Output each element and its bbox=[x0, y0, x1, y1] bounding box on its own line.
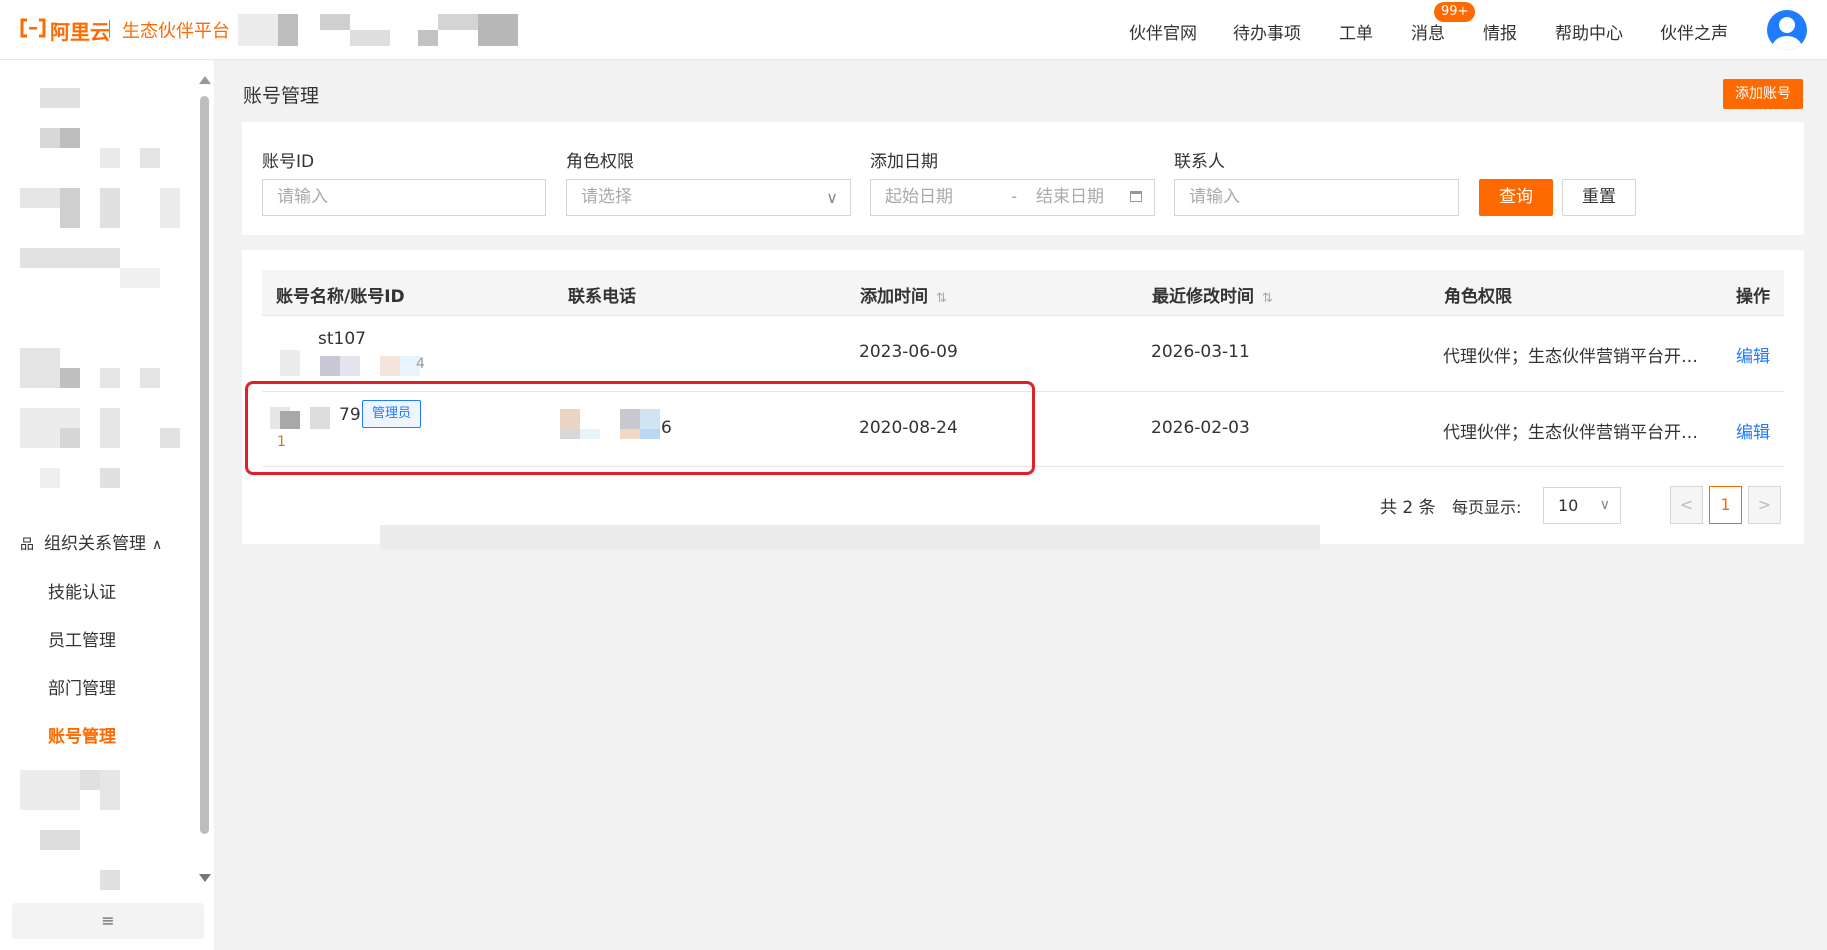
sort-icon[interactable]: ⇅ bbox=[936, 291, 947, 306]
date-range-picker[interactable]: 起始日期 - 结束日期 bbox=[870, 179, 1155, 216]
added-time: 2023-06-09 bbox=[859, 342, 958, 362]
col-actions: 操作 bbox=[1736, 287, 1770, 307]
avatar-body-shape bbox=[1772, 36, 1802, 50]
edit-link[interactable]: 编辑 bbox=[1736, 342, 1770, 367]
modified-time: 2026-03-11 bbox=[1151, 342, 1250, 362]
nav-partner-site[interactable]: 伙伴官网 bbox=[1129, 19, 1197, 44]
platform-name[interactable]: 生态伙伴平台 bbox=[122, 17, 230, 43]
col-modified-time[interactable]: 最近修改时间 ⇅ bbox=[1152, 282, 1273, 307]
logo-divider bbox=[109, 20, 110, 38]
menu-collapse-icon: ≡ bbox=[101, 911, 115, 930]
account-id-label: 账号ID bbox=[262, 152, 315, 172]
end-date-placeholder[interactable]: 结束日期 bbox=[1036, 180, 1104, 215]
contact-label: 联系人 bbox=[1174, 152, 1225, 172]
contact-input[interactable]: 请输入 bbox=[1174, 179, 1459, 216]
sidebar-item-skill-cert[interactable]: 技能认证 bbox=[48, 578, 116, 603]
sort-icon[interactable]: ⇅ bbox=[1262, 291, 1273, 306]
sidebar-item-employee[interactable]: 员工管理 bbox=[48, 626, 116, 651]
account-id-suffix: 4 bbox=[416, 356, 425, 372]
col-role: 角色权限 bbox=[1444, 287, 1512, 307]
prev-page-button[interactable]: < bbox=[1670, 486, 1703, 524]
col-account-name: 账号名称/账号ID bbox=[276, 287, 405, 307]
sidebar-item-department[interactable]: 部门管理 bbox=[48, 674, 116, 699]
col-added-time-label: 添加时间 bbox=[860, 287, 928, 307]
sidebar-collapse-button[interactable]: ≡ bbox=[12, 903, 204, 939]
query-button[interactable]: 查询 bbox=[1479, 179, 1553, 216]
next-page-button[interactable]: > bbox=[1748, 486, 1781, 524]
pagination-total: 共 2 条 bbox=[1380, 498, 1436, 518]
user-avatar[interactable] bbox=[1767, 10, 1807, 50]
sidebar-scrollbar-thumb[interactable] bbox=[200, 96, 209, 834]
message-count-badge: 99+ bbox=[1434, 2, 1476, 22]
add-date-label: 添加日期 bbox=[870, 152, 938, 172]
scroll-down-arrow-icon[interactable] bbox=[199, 874, 211, 882]
table-header: 账号名称/账号ID 联系电话 添加时间 ⇅ 最近修改时间 ⇅ 角色权限 操作 bbox=[262, 270, 1784, 316]
role-placeholder: 请选择 bbox=[581, 187, 632, 207]
obscured-background-mosaic bbox=[380, 525, 1320, 549]
aliyun-logo-icon bbox=[20, 18, 46, 38]
scroll-up-arrow-icon[interactable] bbox=[199, 76, 211, 84]
page-title: 账号管理 bbox=[243, 85, 320, 107]
chevron-up-icon: ∧ bbox=[152, 537, 163, 553]
calendar-icon bbox=[1130, 191, 1142, 202]
contact-placeholder: 请输入 bbox=[1189, 187, 1240, 207]
account-id-input[interactable]: 请输入 bbox=[262, 179, 546, 216]
org-structure-icon: 品 bbox=[20, 537, 34, 553]
role-label: 角色权限 bbox=[566, 152, 634, 172]
highlight-annotation-box bbox=[245, 381, 1035, 475]
reset-button[interactable]: 重置 bbox=[1562, 179, 1636, 216]
sidebar: 品组织关系管理 ∧ 技能认证 员工管理 部门管理 账号管理 bbox=[0, 60, 214, 950]
add-account-button[interactable]: 添加账号 bbox=[1723, 79, 1803, 109]
top-bar: 阿里云 生态伙伴平台 伙伴官网 待办事项 工单 消息 99+ 情报 帮助中心 伙… bbox=[0, 0, 1827, 60]
obscured-account-name bbox=[280, 350, 420, 376]
chevron-right-icon: > bbox=[1757, 495, 1772, 514]
col-modified-time-label: 最近修改时间 bbox=[1152, 287, 1254, 307]
chevron-down-icon: ∨ bbox=[826, 188, 838, 207]
logo-text[interactable]: 阿里云 bbox=[50, 16, 110, 45]
edit-link[interactable]: 编辑 bbox=[1736, 418, 1770, 443]
chevron-left-icon: < bbox=[1679, 495, 1694, 514]
sidebar-group-label: 组织关系管理 bbox=[44, 534, 146, 554]
modified-time: 2026-02-03 bbox=[1151, 418, 1250, 438]
account-name: st107 bbox=[318, 329, 366, 349]
page-number-button[interactable]: 1 bbox=[1709, 486, 1742, 524]
sidebar-group-org-relations[interactable]: 品组织关系管理 ∧ bbox=[20, 529, 162, 554]
nav-intelligence[interactable]: 情报 bbox=[1483, 19, 1517, 44]
date-separator: - bbox=[1011, 187, 1018, 207]
page-size-select[interactable]: 10 ∨ bbox=[1543, 487, 1621, 524]
role-permissions: 代理伙伴；生态伙伴营销平台开… bbox=[1443, 347, 1698, 367]
page-size-value: 10 bbox=[1558, 496, 1579, 515]
nav-partner-voice[interactable]: 伙伴之声 bbox=[1660, 19, 1728, 44]
nav-help-center[interactable]: 帮助中心 bbox=[1555, 19, 1623, 44]
account-id-placeholder: 请输入 bbox=[277, 187, 328, 207]
role-permissions: 代理伙伴；生态伙伴营销平台开… bbox=[1443, 423, 1698, 443]
role-select[interactable]: 请选择 ∨ bbox=[566, 179, 851, 216]
nav-todo[interactable]: 待办事项 bbox=[1233, 19, 1301, 44]
page-size-label: 每页显示: bbox=[1452, 498, 1522, 517]
sidebar-item-account[interactable]: 账号管理 bbox=[48, 722, 116, 747]
avatar-head-shape bbox=[1779, 17, 1795, 33]
col-phone: 联系电话 bbox=[568, 287, 636, 307]
start-date-placeholder[interactable]: 起始日期 bbox=[885, 187, 953, 207]
obscured-header-mosaic bbox=[238, 14, 518, 46]
nav-messages[interactable]: 消息 bbox=[1411, 19, 1445, 44]
nav-ticket[interactable]: 工单 bbox=[1339, 19, 1373, 44]
chevron-down-icon: ∨ bbox=[1599, 497, 1610, 513]
col-added-time[interactable]: 添加时间 ⇅ bbox=[860, 282, 947, 307]
obscured-sidebar-mosaic-top bbox=[20, 88, 190, 528]
